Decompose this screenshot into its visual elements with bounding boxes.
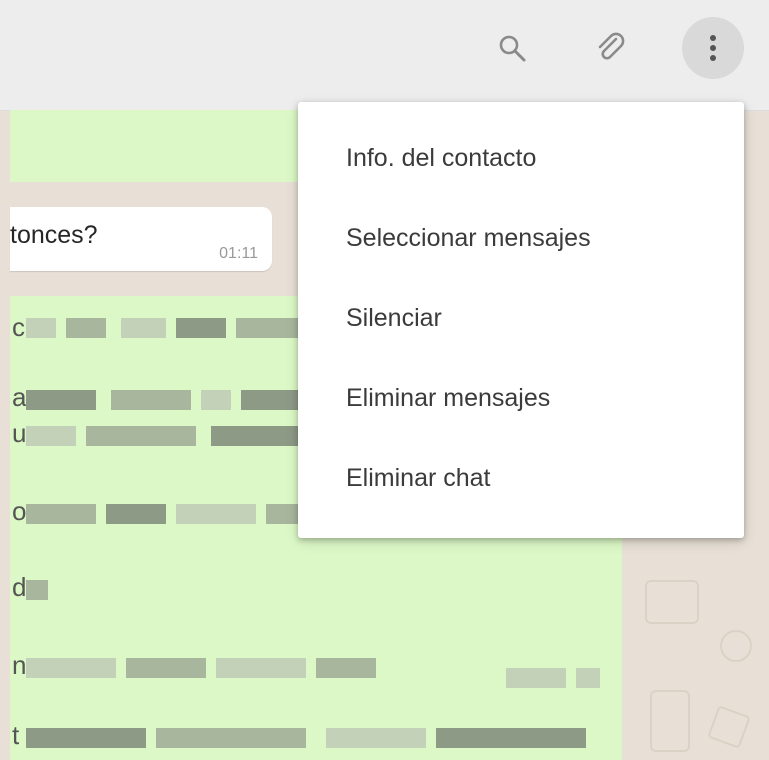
kebab-menu-icon xyxy=(710,35,716,61)
blurred-text-line xyxy=(26,658,386,678)
message-letter: t xyxy=(12,720,20,750)
blurred-text-line xyxy=(26,580,66,600)
doodle-shape xyxy=(720,630,752,662)
blurred-text-line xyxy=(26,318,316,338)
chat-header xyxy=(0,0,769,111)
message-time: 01:11 xyxy=(219,245,258,262)
blurred-text-line xyxy=(26,426,316,446)
message-letter: u xyxy=(12,418,27,448)
blurred-text-line xyxy=(26,504,316,524)
blurred-text-line xyxy=(26,390,316,410)
search-button[interactable] xyxy=(481,17,543,79)
menu-item-mute[interactable]: Silenciar xyxy=(298,278,744,358)
paperclip-icon xyxy=(598,32,625,60)
message-letter: o xyxy=(12,496,27,526)
menu-item-select-messages[interactable]: Seleccionar mensajes xyxy=(298,198,744,278)
menu-item-delete-chat[interactable]: Eliminar chat xyxy=(298,438,744,518)
message-letter: c xyxy=(12,312,25,342)
message-letter: a xyxy=(12,382,27,412)
incoming-message[interactable]: tonces? 01:11 xyxy=(10,207,272,271)
blurred-text-line xyxy=(26,728,606,748)
menu-button[interactable] xyxy=(682,17,744,79)
menu-item-contact-info[interactable]: Info. del contacto xyxy=(298,118,744,198)
doodle-shape xyxy=(650,690,690,752)
message-letter: n xyxy=(12,650,27,680)
attach-button[interactable] xyxy=(580,17,642,79)
doodle-shape xyxy=(707,705,751,749)
search-icon xyxy=(499,35,526,62)
chat-options-menu: Info. del contacto Seleccionar mensajes … xyxy=(298,102,744,538)
menu-item-delete-messages[interactable]: Eliminar mensajes xyxy=(298,358,744,438)
outgoing-bubble-tail xyxy=(10,110,320,182)
doodle-shape xyxy=(645,580,699,624)
message-letter: d xyxy=(12,572,27,602)
message-text: tonces? xyxy=(10,221,98,249)
blurred-timestamp xyxy=(506,668,606,688)
